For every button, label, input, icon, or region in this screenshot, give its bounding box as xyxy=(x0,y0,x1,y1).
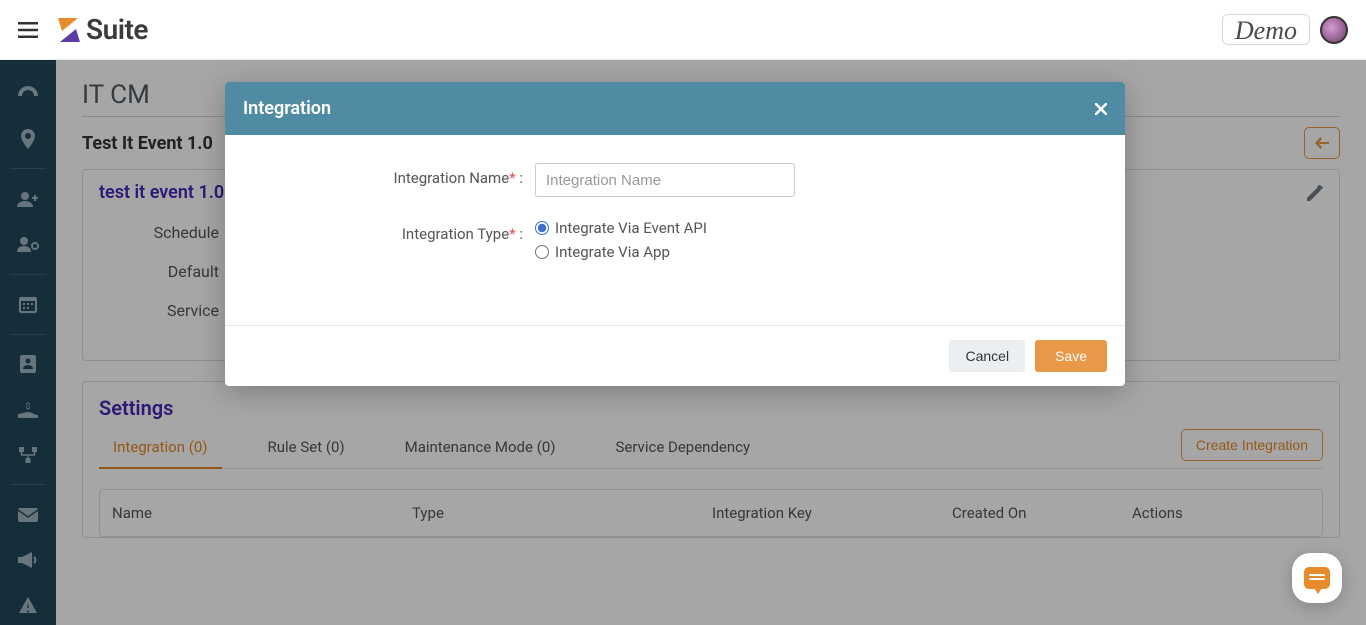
radio-event-api-label: Integrate Via Event API xyxy=(555,219,707,237)
chat-icon xyxy=(1304,567,1330,589)
row-integration-name: Integration Name* : xyxy=(265,163,1085,197)
integration-type-label-text: Integration Type xyxy=(402,225,509,243)
avatar[interactable] xyxy=(1320,16,1348,44)
topbar: Suite Demo xyxy=(0,0,1366,60)
radio-app-label: Integrate Via App xyxy=(555,243,670,261)
chat-fab[interactable] xyxy=(1292,553,1342,603)
close-icon[interactable] xyxy=(1095,103,1107,115)
modal-body: Integration Name* : Integration Type* : … xyxy=(225,135,1125,325)
brand-name: Suite xyxy=(86,13,148,46)
radio-app[interactable] xyxy=(535,245,549,259)
required-star-2: * xyxy=(509,225,515,243)
modal-footer: Cancel Save xyxy=(225,325,1125,386)
brand-logo[interactable]: Suite xyxy=(56,13,148,46)
radio-app-wrap[interactable]: Integrate Via App xyxy=(535,243,1085,261)
modal-header: Integration xyxy=(225,82,1125,135)
required-star: * xyxy=(509,169,515,187)
row-integration-type: Integration Type* : Integrate Via Event … xyxy=(265,219,1085,267)
demo-badge: Demo xyxy=(1222,14,1310,45)
integration-name-label: Integration Name* : xyxy=(265,163,535,187)
radio-event-api-wrap[interactable]: Integrate Via Event API xyxy=(535,219,1085,237)
modal-title: Integration xyxy=(243,98,331,119)
integration-name-input[interactable] xyxy=(535,163,795,197)
topbar-right: Demo xyxy=(1222,14,1348,45)
integration-name-label-text: Integration Name xyxy=(393,169,509,187)
save-button[interactable]: Save xyxy=(1035,340,1107,372)
integration-modal: Integration Integration Name* : Integrat… xyxy=(225,82,1125,386)
z-logo-icon xyxy=(56,15,82,45)
hamburger-menu-icon[interactable] xyxy=(18,22,38,38)
integration-type-label: Integration Type* : xyxy=(265,219,535,243)
radio-event-api[interactable] xyxy=(535,221,549,235)
cancel-button[interactable]: Cancel xyxy=(949,340,1025,372)
